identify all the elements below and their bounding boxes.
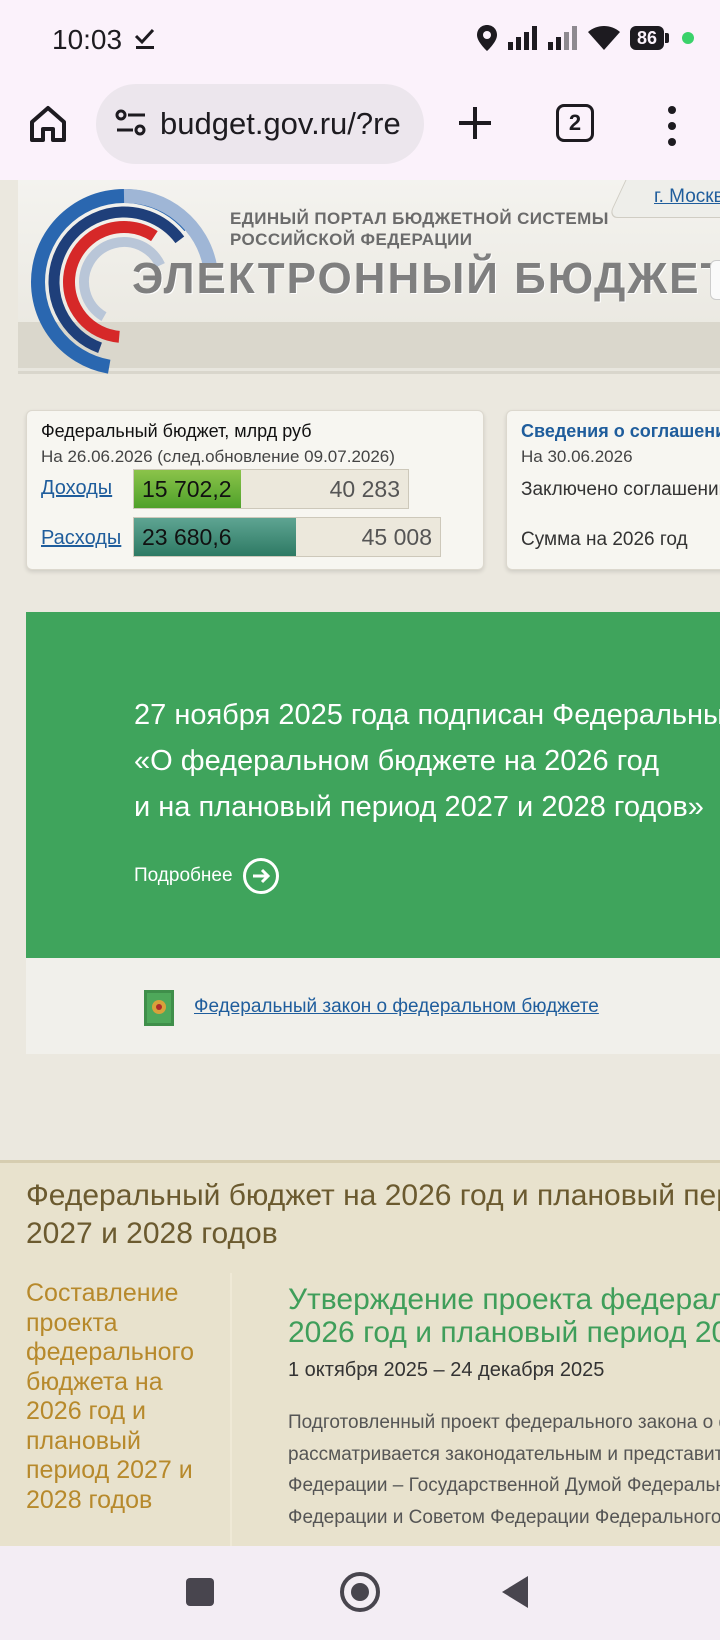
agreements-sum-label: Сумма на 2026 год xyxy=(521,529,688,550)
section-title: Федеральный бюджет на 2026 год и плановы… xyxy=(26,1179,720,1250)
section-divider xyxy=(230,1273,232,1546)
budget-card: Федеральный бюджет, млрд руб На 26.06.20… xyxy=(26,410,484,570)
city-link[interactable]: г. Москва xyxy=(654,186,720,208)
revenue-total: 40 283 xyxy=(329,476,400,502)
arrow-right-icon xyxy=(242,858,279,894)
new-tab-icon[interactable] xyxy=(456,104,494,142)
web-content: ЕДИНЫЙ ПОРТАЛ БЮДЖЕТНОЙ СИСТЕМЫ РОССИЙСКО… xyxy=(0,180,720,1546)
expense-bar[interactable]: 23 680,6 45 008 xyxy=(133,517,441,557)
news-banner[interactable]: 27 ноября 2025 года подписан Федеральный… xyxy=(26,612,720,958)
system-nav-bar xyxy=(0,1546,720,1640)
stage-approval-title-line1: Утверждение проекта федерального бюджета… xyxy=(288,1283,720,1316)
agreements-count-label: Заключено соглашений xyxy=(521,479,720,500)
address-bar[interactable]: budget.gov.ru/?re xyxy=(96,84,424,164)
revenue-link[interactable]: Доходы xyxy=(41,477,112,500)
stage-approval-title: Утверждение проекта федерального бюджета… xyxy=(288,1283,720,1349)
more-menu-icon[interactable] xyxy=(662,104,682,148)
header-search-box[interactable] xyxy=(710,260,720,300)
federal-law-link[interactable]: Федеральный закон о федеральном бюджете xyxy=(194,996,599,1018)
portal-subtitle-line1: ЕДИНЫЙ ПОРТАЛ БЮДЖЕТНОЙ СИСТЕМЫ xyxy=(230,209,609,228)
read-more-button[interactable]: Подробнее xyxy=(134,858,279,894)
stage-approval-date: 1 октября 2025 – 24 декабря 2025 xyxy=(288,1359,605,1381)
law-document-icon xyxy=(144,990,174,1026)
battery-indicator: 86 xyxy=(629,26,670,50)
news-banner-line1: 27 ноября 2025 года подписан Федеральный… xyxy=(134,699,720,731)
agreements-card-title[interactable]: Сведения о соглашениях xyxy=(521,421,720,442)
news-banner-line3: и на плановый период 2027 и 2028 годов» xyxy=(134,791,704,823)
expense-total: 45 008 xyxy=(361,524,432,550)
budget-card-title: Федеральный бюджет, млрд руб xyxy=(41,421,312,441)
home-icon[interactable] xyxy=(26,102,70,146)
stage-approval-description: Подготовленный проект федерального закон… xyxy=(288,1407,720,1533)
agreements-card[interactable]: Сведения о соглашениях На 30.06.2026 Зак… xyxy=(506,410,720,570)
stage-drafting-link[interactable]: Составление проекта федерального бюджета… xyxy=(26,1279,216,1515)
revenue-value: 15 702,2 xyxy=(142,476,232,502)
law-link-strip: Федеральный закон о федеральном бюджете xyxy=(26,958,720,1054)
tab-switcher-button[interactable]: 2 xyxy=(556,104,594,142)
expense-value: 23 680,6 xyxy=(142,524,232,550)
screen: 10:03 86 budget.gov.ru/?re 2 ЕДИНЫЙ ПОРТ… xyxy=(0,0,720,1640)
url-text[interactable]: budget.gov.ru/?re xyxy=(160,106,401,142)
stage-approval-text-line2: рассматривается законодательным и предст… xyxy=(288,1443,720,1465)
wifi-icon xyxy=(587,26,620,50)
site-title: ЭЛЕКТРОННЫЙ БЮДЖЕТ xyxy=(132,254,720,303)
expense-link[interactable]: Расходы xyxy=(41,527,121,550)
signal-icon-2 xyxy=(547,26,577,50)
budget-cycle-section: Федеральный бюджет на 2026 год и плановы… xyxy=(0,1160,720,1546)
news-banner-line2: «О федеральном бюджете на 2026 год xyxy=(134,745,660,777)
home-button[interactable] xyxy=(340,1572,380,1612)
read-more-label: Подробнее xyxy=(134,865,233,886)
back-button[interactable] xyxy=(502,1576,528,1608)
location-icon xyxy=(476,25,497,51)
stage-approval-text-line1: Подготовленный проект федерального закон… xyxy=(288,1412,720,1433)
budget-card-date: На 26.06.2026 (след.обновление 09.07.202… xyxy=(41,447,395,466)
status-bar: 10:03 86 xyxy=(0,0,720,80)
signal-icon xyxy=(507,26,537,50)
portal-subtitle-line2: РОССИЙСКОЙ ФЕДЕРАЦИИ xyxy=(230,230,473,249)
agreements-card-date: На 30.06.2026 xyxy=(521,447,633,466)
portal-subtitle: ЕДИНЫЙ ПОРТАЛ БЮДЖЕТНОЙ СИСТЕМЫ РОССИЙСКО… xyxy=(230,208,609,250)
revenue-bar[interactable]: 15 702,2 40 283 xyxy=(133,469,409,509)
recents-button[interactable] xyxy=(186,1578,214,1606)
status-time: 10:03 xyxy=(52,24,123,55)
stage-approval-text-line4: Федерации и Советом Федерации Федерально… xyxy=(288,1506,720,1528)
download-done-icon xyxy=(134,28,155,49)
stage-approval-title-line2: 2026 год и плановый период 2027 и 2028 г… xyxy=(288,1316,720,1349)
stage-approval-text-line3: Федерации – Государственной Думой Федера… xyxy=(288,1475,720,1496)
site-settings-icon[interactable] xyxy=(114,106,148,140)
site-header: ЕДИНЫЙ ПОРТАЛ БЮДЖЕТНОЙ СИСТЕМЫ РОССИЙСКО… xyxy=(18,180,720,375)
news-banner-text: 27 ноября 2025 года подписан Федеральный… xyxy=(134,692,720,830)
browser-toolbar: budget.gov.ru/?re 2 xyxy=(0,80,720,180)
privacy-dot xyxy=(682,32,694,44)
